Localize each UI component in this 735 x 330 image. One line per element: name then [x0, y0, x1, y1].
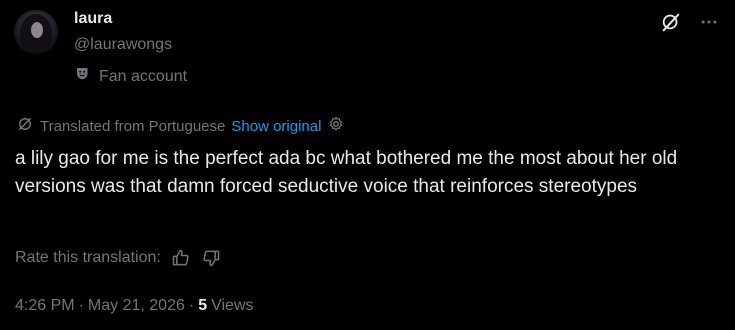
account-label: Fan account: [74, 65, 187, 88]
tweet-date[interactable]: May 21, 2026: [88, 297, 185, 315]
thumbs-down-icon[interactable]: [201, 248, 221, 268]
tweet-actions-top: [659, 10, 721, 34]
rate-translation: Rate this translation:: [15, 248, 221, 268]
show-original-link[interactable]: Show original: [231, 118, 321, 135]
tweet-meta: 4:26 PM · May 21, 2026 · 5 Views: [15, 297, 254, 315]
user-handle[interactable]: @laurawongs: [74, 36, 172, 54]
tweet-text: a lily gao for me is the perfect ada bc …: [15, 148, 678, 197]
tweet: laura @laurawongs Fan account Translated…: [0, 0, 735, 330]
avatar[interactable]: [14, 10, 58, 54]
views-label[interactable]: Views: [211, 297, 253, 315]
meta-separator: ·: [78, 297, 84, 314]
theater-masks-icon: [74, 65, 92, 88]
avatar-face: [31, 22, 43, 38]
account-label-text: Fan account: [99, 67, 188, 85]
more-icon[interactable]: [697, 10, 721, 34]
translation-notice-text: Translated from Portuguese: [40, 117, 226, 135]
thumbs-up-icon[interactable]: [171, 248, 191, 268]
translation-notice: Translated from Portuguese Show original: [16, 115, 345, 137]
meta-separator: ·: [188, 297, 195, 314]
tweet-time[interactable]: 4:26 PM: [15, 297, 75, 315]
gear-icon[interactable]: [327, 115, 345, 137]
rate-translation-label: Rate this translation:: [15, 249, 161, 266]
translate-icon: [16, 115, 34, 137]
display-name[interactable]: laura: [74, 10, 112, 28]
grok-icon[interactable]: [659, 10, 683, 34]
views-count[interactable]: 5: [198, 297, 207, 315]
